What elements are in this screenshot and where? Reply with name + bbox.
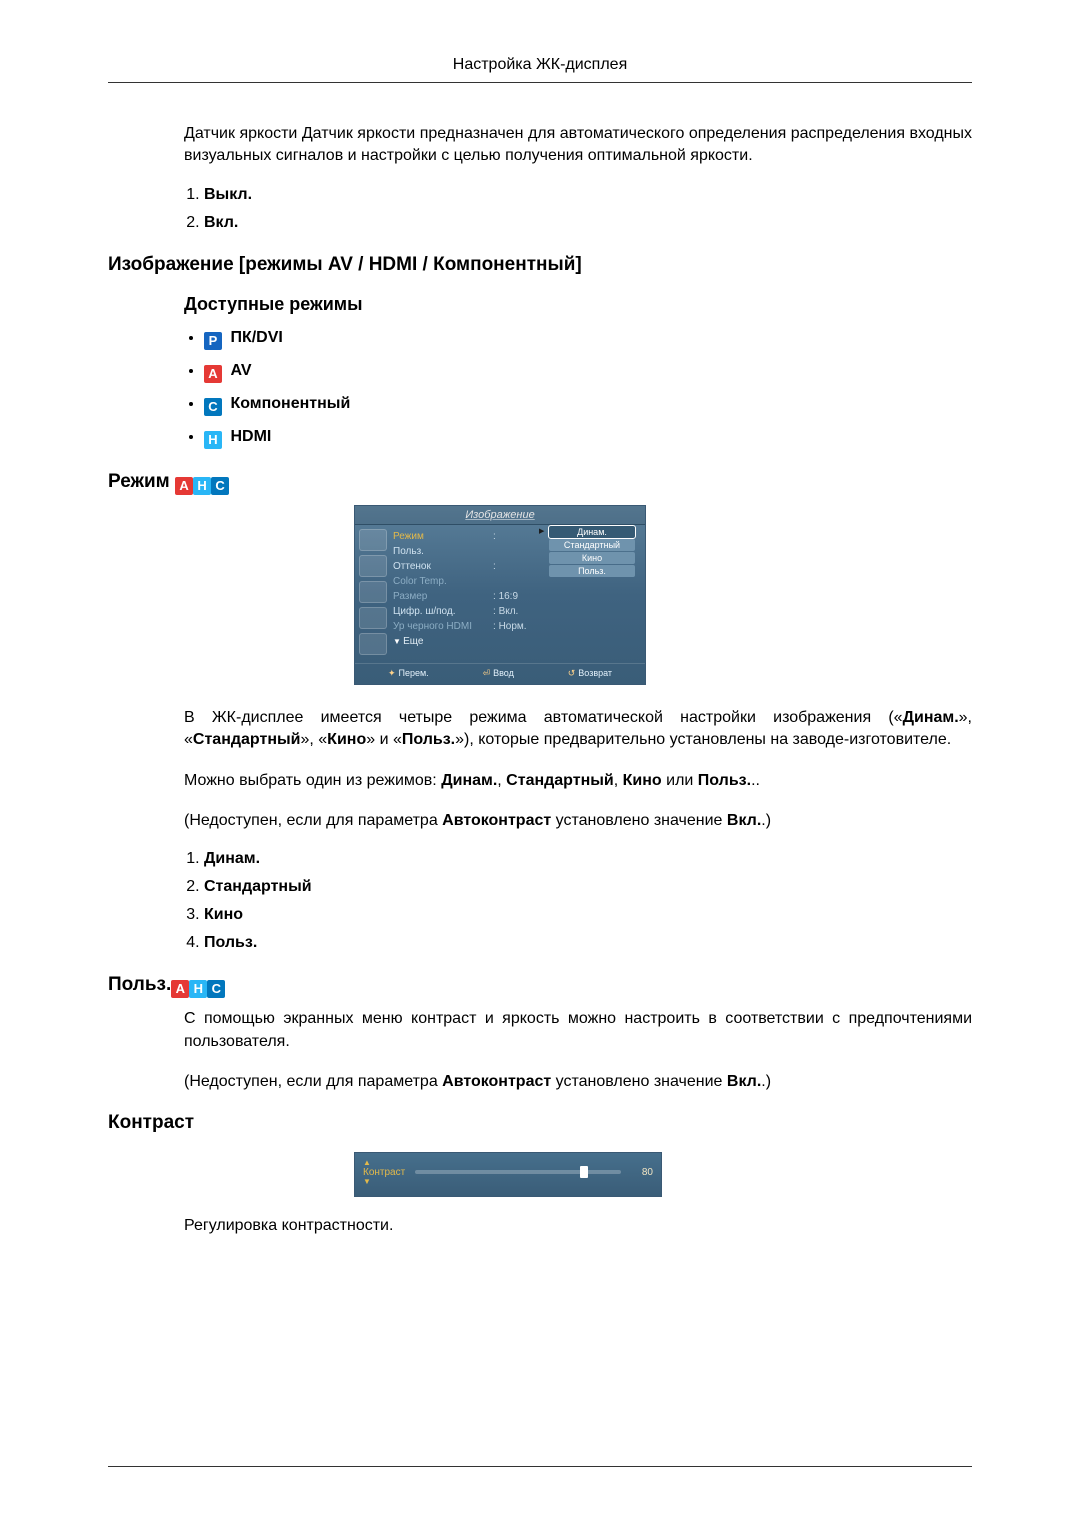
- mode-badge-c-icon: C: [204, 398, 222, 416]
- mode-badge-a-icon: A: [171, 980, 189, 998]
- header-title: Настройка ЖК-дисплея: [453, 56, 627, 73]
- mode-badge-h-icon: H: [193, 477, 211, 495]
- mode-badges: AHC: [171, 974, 225, 995]
- contrast-description: Регулировка контрастности.: [184, 1215, 972, 1237]
- mode-badges: AHC: [175, 471, 229, 492]
- mode-description: В ЖК-дисплее имеется четыре режима автом…: [184, 707, 972, 953]
- user-para-1: С помощью экранных меню контраст и яркос…: [184, 1008, 972, 1053]
- osd-rows: Режим: Польз. Оттенок: Color Temp. Разме…: [391, 525, 645, 663]
- osd-sidebar-icons: [355, 525, 391, 663]
- mode-badge-p-icon: P: [204, 332, 222, 350]
- mode-label: Компонентный: [230, 395, 350, 412]
- osd-option-selected: Динам.: [549, 526, 635, 538]
- section-heading-user: Польз.AHC: [108, 974, 972, 998]
- intro-list: Выкл. Вкл.: [184, 186, 972, 232]
- section-heading-mode: Режим AHC: [108, 471, 972, 495]
- osd-more: Еще: [393, 634, 637, 647]
- osd-option: Стандартный: [549, 539, 635, 551]
- list-item: A AV: [204, 362, 972, 383]
- arrow-up-icon: ▲: [363, 1159, 371, 1167]
- mode-badge-a-icon: A: [204, 365, 222, 383]
- osd-nav-icon: [359, 555, 387, 577]
- mode-para-2: Можно выбрать один из режимов: Динам., С…: [184, 770, 972, 792]
- list-item: Стандартный: [204, 878, 972, 896]
- osd-options-popup: Динам. Стандартный Кино Польз.: [549, 525, 635, 578]
- osd-row-label: Размер: [393, 591, 493, 602]
- mode-label: ПК/DVI: [230, 329, 282, 346]
- intro-block: Датчик яркости Датчик яркости предназнач…: [184, 123, 972, 232]
- contrast-para: Регулировка контрастности.: [184, 1215, 972, 1237]
- user-para-2: (Недоступен, если для параметра Автоконт…: [184, 1071, 972, 1093]
- section-heading-image-modes: Изображение [режимы AV / HDMI / Компонен…: [108, 254, 972, 276]
- list-item: C Компонентный: [204, 395, 972, 416]
- osd-row-label: Режим: [393, 531, 493, 542]
- available-modes-subheading: Доступные режимы: [184, 294, 972, 315]
- list-item: Выкл.: [204, 186, 972, 204]
- intro-paragraph: Датчик яркости Датчик яркости предназнач…: [184, 123, 972, 168]
- osd-footer: ✦Перем. ⏎Ввод ↺Возврат: [355, 663, 645, 684]
- mode-badge-h-icon: H: [189, 980, 207, 998]
- mode-para-1: В ЖК-дисплее имеется четыре режима автом…: [184, 707, 972, 752]
- slider-name: Контраст: [363, 1167, 405, 1178]
- footer-divider: [108, 1466, 972, 1467]
- slider-thumb: [580, 1166, 588, 1178]
- osd-row-label: Польз.: [393, 546, 493, 557]
- slider-track: [415, 1170, 621, 1174]
- list-item: Кино: [204, 906, 972, 924]
- osd-option: Кино: [549, 552, 635, 564]
- list-item: P ПК/DVI: [204, 329, 972, 350]
- mode-label: HDMI: [230, 428, 271, 445]
- osd-screenshot-contrast: ▲ Контраст ▼ 80: [354, 1152, 662, 1197]
- mode-list: Динам. Стандартный Кино Польз.: [184, 850, 972, 952]
- list-item: H HDMI: [204, 428, 972, 449]
- mode-badge-c-icon: C: [207, 980, 225, 998]
- osd-nav-icon: [359, 529, 387, 551]
- osd-nav-icon: [359, 581, 387, 603]
- osd-panel: Изображение Режим: Польз. Оттенок: Color…: [354, 505, 646, 685]
- osd-body: Режим: Польз. Оттенок: Color Temp. Разме…: [355, 525, 645, 663]
- document-page: Настройка ЖК-дисплея Датчик яркости Датч…: [0, 0, 1080, 1527]
- osd-row-label: Color Temp.: [393, 576, 493, 587]
- mode-para-3: (Недоступен, если для параметра Автоконт…: [184, 810, 972, 832]
- slider-value: 80: [631, 1167, 653, 1178]
- user-description: С помощью экранных меню контраст и яркос…: [184, 1008, 972, 1093]
- list-item: Динам.: [204, 850, 972, 868]
- osd-row-label: Ур черного HDMI: [393, 621, 493, 632]
- mode-badge-h-icon: H: [204, 431, 222, 449]
- page-header: Настройка ЖК-дисплея: [108, 56, 972, 83]
- osd-option: Польз.: [549, 565, 635, 577]
- osd-row-label: Цифр. ш/под.: [393, 606, 493, 617]
- osd-screenshot-mode: Изображение Режим: Польз. Оттенок: Color…: [354, 505, 972, 685]
- section-heading-contrast: Контраст: [108, 1112, 972, 1134]
- available-modes-block: Доступные режимы P ПК/DVI A AV C Компоне…: [184, 294, 972, 449]
- list-item: Польз.: [204, 934, 972, 952]
- osd-row-label: Оттенок: [393, 561, 493, 572]
- osd-nav-icon: [359, 633, 387, 655]
- slider-label: ▲ Контраст ▼: [363, 1159, 405, 1186]
- mode-badge-c-icon: C: [211, 477, 229, 495]
- mode-label: AV: [230, 362, 251, 379]
- mode-badge-a-icon: A: [175, 477, 193, 495]
- arrow-down-icon: ▼: [363, 1178, 371, 1186]
- available-modes-list: P ПК/DVI A AV C Компонентный H HDMI: [184, 329, 972, 449]
- osd-title: Изображение: [355, 506, 645, 525]
- osd-nav-icon: [359, 607, 387, 629]
- list-item: Вкл.: [204, 214, 972, 232]
